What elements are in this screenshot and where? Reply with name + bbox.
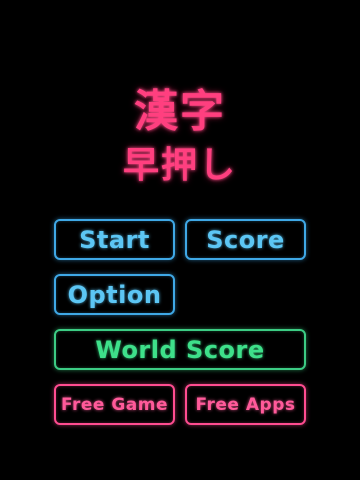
start-button[interactable]: Start: [54, 219, 175, 260]
free-apps-button[interactable]: Free Apps: [185, 384, 306, 425]
game-subtitle: 早押し: [122, 145, 237, 186]
score-button[interactable]: Score: [185, 219, 306, 260]
free-game-button[interactable]: Free Game: [54, 384, 175, 425]
option-button[interactable]: Option: [54, 274, 175, 315]
game-title: 漢字: [134, 86, 226, 137]
world-score-button[interactable]: World Score: [54, 329, 306, 370]
